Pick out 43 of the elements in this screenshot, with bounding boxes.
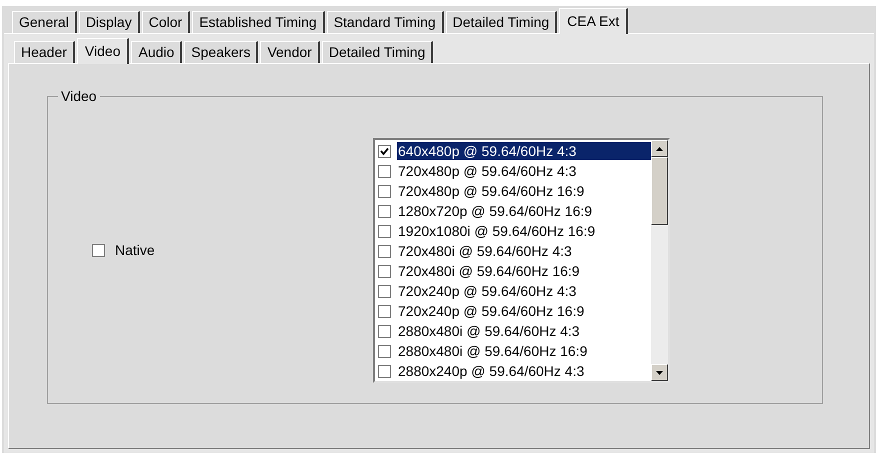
list-item[interactable]: 2880x240p @ 59.64/60Hz 4:3 <box>397 362 651 380</box>
tab[interactable]: General <box>12 11 77 33</box>
checkbox[interactable] <box>378 284 391 298</box>
list-item[interactable]: 2880x480i @ 59.64/60Hz 4:3 <box>397 322 651 340</box>
checkbox[interactable] <box>378 324 391 338</box>
tab[interactable]: Standard Timing <box>326 11 444 33</box>
tab[interactable]: CEA Ext <box>559 8 628 34</box>
native-label: Native <box>115 240 155 260</box>
checkbox[interactable] <box>92 244 105 256</box>
tab[interactable]: Speakers <box>184 41 258 63</box>
tab[interactable]: Detailed Timing <box>322 41 434 63</box>
list-item[interactable]: 720x480p @ 59.64/60Hz 16:9 <box>397 182 651 200</box>
tab[interactable]: Detailed Timing <box>446 11 558 33</box>
list-item[interactable]: 720x480p @ 59.64/60Hz 4:3 <box>397 162 651 180</box>
checkbox[interactable] <box>378 304 391 318</box>
tab[interactable]: Display <box>78 11 140 33</box>
checkbox[interactable] <box>378 264 391 278</box>
list-item[interactable]: 1280x720p @ 59.64/60Hz 16:9 <box>397 202 651 220</box>
scroll-thumb[interactable] <box>651 157 668 225</box>
tab[interactable]: Color <box>142 11 190 33</box>
scroll-up-icon[interactable] <box>651 140 668 157</box>
tab[interactable]: Audio <box>131 41 182 63</box>
checkbox[interactable] <box>378 204 391 218</box>
checkbox[interactable] <box>378 144 391 158</box>
tab[interactable]: Video <box>76 38 130 64</box>
tab[interactable]: Vendor <box>260 41 320 63</box>
tab[interactable]: Header <box>14 41 75 63</box>
list-item[interactable]: 720x240p @ 59.64/60Hz 4:3 <box>397 282 651 300</box>
list-item[interactable]: 720x480i @ 59.64/60Hz 16:9 <box>397 262 651 280</box>
checkbox[interactable] <box>378 164 391 178</box>
scroll-down-icon[interactable] <box>651 364 668 381</box>
checkbox[interactable] <box>378 224 391 238</box>
tab[interactable]: Established Timing <box>192 11 325 33</box>
checkbox[interactable] <box>378 244 391 258</box>
checkbox[interactable] <box>378 364 391 378</box>
checkbox[interactable] <box>378 184 391 198</box>
list-item[interactable]: 720x240p @ 59.64/60Hz 16:9 <box>397 302 651 320</box>
scrollbar[interactable] <box>651 140 668 381</box>
list-item[interactable]: 1920x1080i @ 59.64/60Hz 16:9 <box>397 222 651 240</box>
list-item[interactable]: 640x480p @ 59.64/60Hz 4:3 <box>397 142 651 160</box>
list-item[interactable]: 2880x480i @ 59.64/60Hz 16:9 <box>397 342 651 360</box>
list-item[interactable]: 720x480i @ 59.64/60Hz 4:3 <box>397 242 651 260</box>
checkbox[interactable] <box>378 344 391 358</box>
